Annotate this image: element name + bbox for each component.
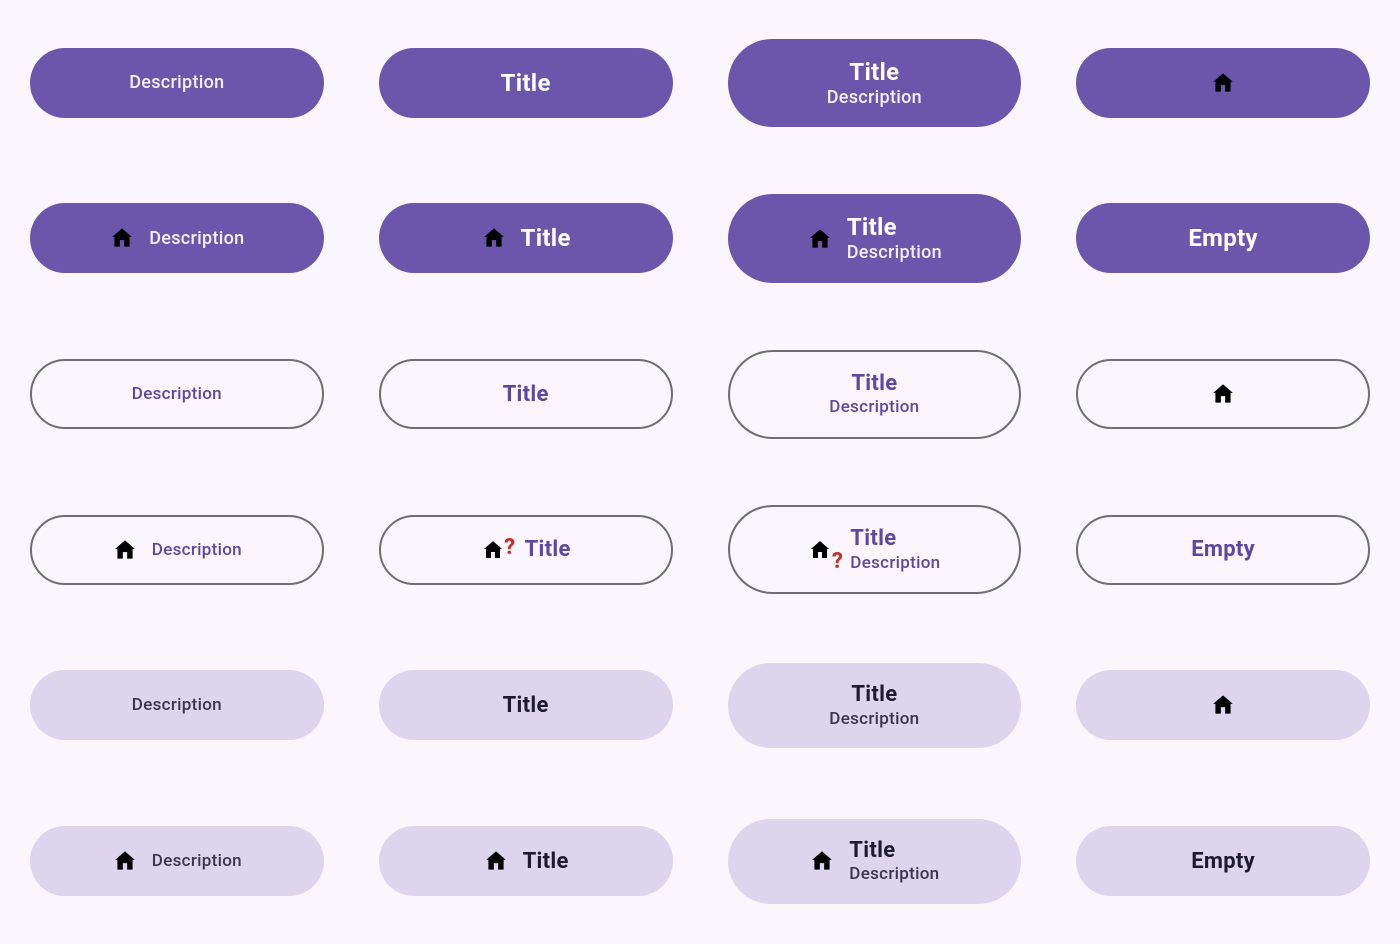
button-tonal-empty[interactable]: Empty bbox=[1076, 826, 1370, 896]
button-outlined-title-desc[interactable]: Title Description bbox=[728, 350, 1022, 439]
button-title: Title bbox=[501, 69, 551, 97]
button-filled-empty[interactable]: Empty bbox=[1076, 203, 1370, 273]
button-outlined-title[interactable]: Title bbox=[379, 359, 673, 429]
button-filled-title[interactable]: Title bbox=[379, 48, 673, 118]
button-tonal-icon-title[interactable]: Title bbox=[379, 826, 673, 896]
button-filled-icon-only[interactable] bbox=[1076, 48, 1370, 118]
home-icon bbox=[1210, 70, 1236, 96]
home-icon bbox=[112, 848, 138, 874]
button-tonal-title[interactable]: Title bbox=[379, 670, 673, 740]
button-title: Title bbox=[851, 370, 897, 398]
button-title: Title bbox=[849, 57, 899, 87]
button-title: Title bbox=[525, 537, 571, 562]
home-icon bbox=[109, 225, 135, 251]
question-overlay-icon: ? bbox=[832, 549, 843, 574]
button-title: Title bbox=[850, 525, 896, 553]
button-title: Title bbox=[503, 382, 549, 407]
button-tonal-icon-desc[interactable]: Description bbox=[30, 826, 324, 896]
button-desc: Description bbox=[829, 709, 919, 730]
button-label: Description bbox=[149, 228, 244, 249]
button-tonal-title-desc[interactable]: Title Description bbox=[728, 663, 1022, 748]
button-outlined-empty[interactable]: Empty bbox=[1076, 515, 1370, 585]
button-label: Description bbox=[132, 695, 222, 715]
button-label: Description bbox=[152, 540, 242, 560]
button-outlined-icon-only[interactable] bbox=[1076, 359, 1370, 429]
button-title: Empty bbox=[1191, 849, 1255, 874]
button-title: Title bbox=[849, 837, 895, 865]
button-title: Title bbox=[851, 681, 897, 709]
button-title: Title bbox=[847, 212, 897, 242]
home-icon bbox=[112, 537, 138, 563]
home-icon bbox=[808, 538, 832, 562]
button-tonal-icon-only[interactable] bbox=[1076, 670, 1370, 740]
button-title: Title bbox=[503, 693, 549, 718]
button-title: Empty bbox=[1188, 224, 1258, 252]
button-title: Title bbox=[521, 224, 571, 252]
button-outlined-icon-overlay-title[interactable]: ? Title bbox=[379, 515, 673, 585]
button-filled-icon-desc[interactable]: Description bbox=[30, 203, 324, 273]
button-filled-icon-title-desc[interactable]: Title Description bbox=[728, 194, 1022, 283]
button-label: Description bbox=[129, 72, 224, 93]
button-outlined-desc[interactable]: Description bbox=[30, 359, 324, 429]
home-icon bbox=[1210, 692, 1236, 718]
home-icon bbox=[481, 538, 505, 562]
button-filled-icon-title[interactable]: Title bbox=[379, 203, 673, 273]
home-icon bbox=[807, 226, 833, 252]
button-tonal-icon-title-desc[interactable]: Title Description bbox=[728, 819, 1022, 904]
button-label: Description bbox=[152, 851, 242, 871]
button-filled-title-desc[interactable]: Title Description bbox=[728, 39, 1022, 128]
button-desc: Description bbox=[827, 87, 922, 110]
button-title: Title bbox=[523, 849, 569, 874]
button-desc: Description bbox=[850, 553, 940, 574]
button-tonal-desc[interactable]: Description bbox=[30, 670, 324, 740]
button-outlined-icon-desc[interactable]: Description bbox=[30, 515, 324, 585]
button-desc: Description bbox=[847, 242, 942, 265]
button-outlined-icon-overlay-title-desc[interactable]: ? Title Description bbox=[728, 505, 1022, 594]
home-icon bbox=[809, 848, 835, 874]
question-overlay-icon: ? bbox=[504, 535, 515, 560]
button-desc: Description bbox=[829, 397, 919, 418]
home-icon bbox=[1210, 381, 1236, 407]
button-title: Empty bbox=[1191, 537, 1255, 562]
home-icon bbox=[483, 848, 509, 874]
button-filled-desc[interactable]: Description bbox=[30, 48, 324, 118]
button-variant-grid: Description Title Title Description Desc… bbox=[30, 40, 1370, 904]
home-icon bbox=[481, 225, 507, 251]
button-label: Description bbox=[132, 384, 222, 404]
button-desc: Description bbox=[849, 864, 939, 885]
